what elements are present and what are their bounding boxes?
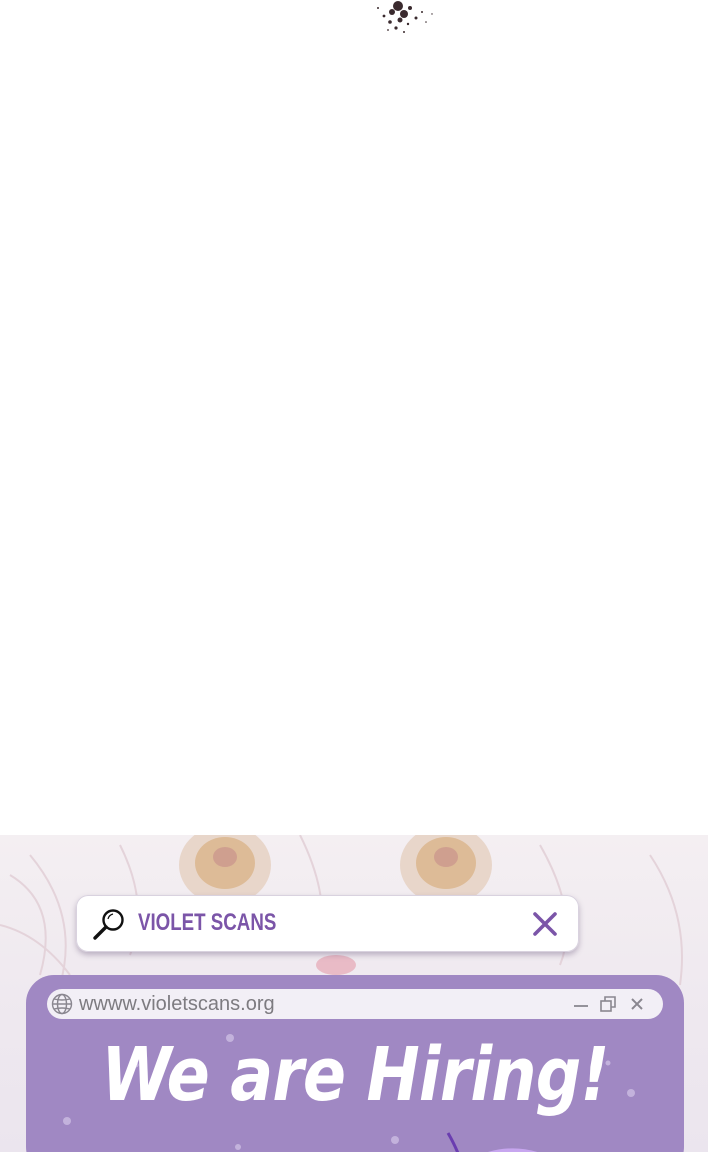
address-bar[interactable]: wwww.violetscans.org xyxy=(47,989,663,1019)
search-bar[interactable]: VIOLET SCANS xyxy=(76,895,579,952)
globe-icon xyxy=(51,993,73,1015)
close-x-icon[interactable] xyxy=(528,907,562,941)
magnifier-icon xyxy=(93,909,124,940)
hiring-title: We are Hiring! xyxy=(101,1032,609,1118)
restore-icon[interactable] xyxy=(597,993,619,1015)
close-icon[interactable] xyxy=(626,993,648,1015)
page: VIOLET SCANS wwww.violetscans.org We are… xyxy=(0,0,708,1152)
minimize-icon[interactable] xyxy=(570,993,592,1015)
hiring-window: wwww.violetscans.org We are Hiring! xyxy=(26,975,684,1152)
ink-splatter xyxy=(377,1,433,33)
url-text[interactable]: wwww.violetscans.org xyxy=(79,991,275,1017)
search-query-text[interactable]: VIOLET SCANS xyxy=(138,907,276,939)
